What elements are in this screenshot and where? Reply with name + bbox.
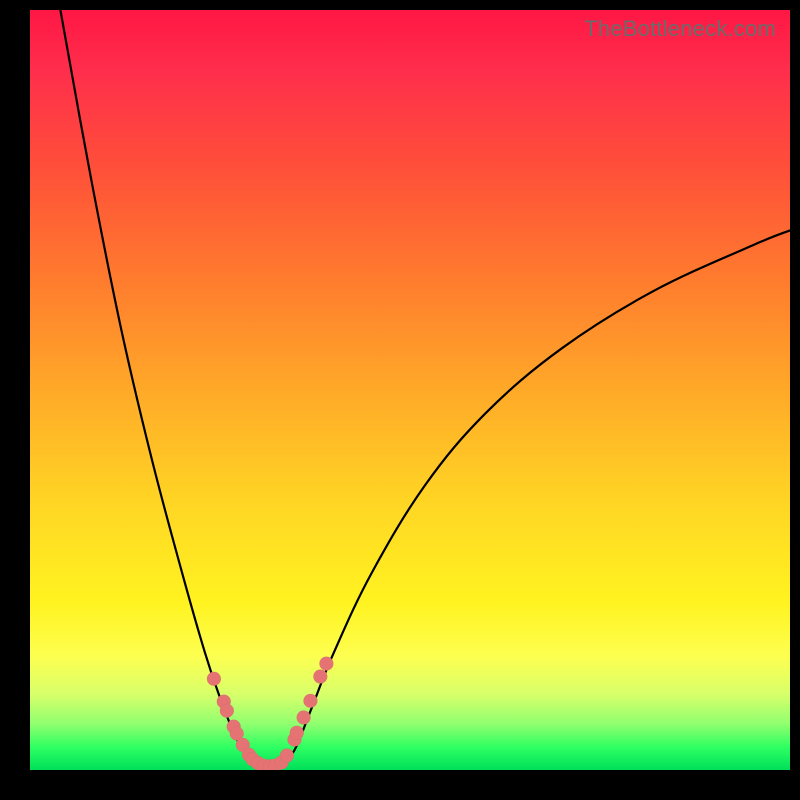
data-point-marker (303, 694, 317, 708)
marker-group (207, 657, 333, 770)
data-point-marker (319, 657, 333, 671)
chart-frame: TheBottleneck.com (0, 0, 800, 800)
data-point-marker (313, 670, 327, 684)
data-point-marker (220, 704, 234, 718)
data-point-marker (297, 711, 311, 725)
data-point-marker (207, 672, 221, 686)
left-branch-path (60, 10, 256, 764)
data-point-marker (280, 749, 294, 763)
data-point-marker (290, 726, 304, 740)
plot-area: TheBottleneck.com (30, 10, 790, 770)
right-branch-path (285, 230, 790, 764)
curve-layer (30, 10, 790, 770)
